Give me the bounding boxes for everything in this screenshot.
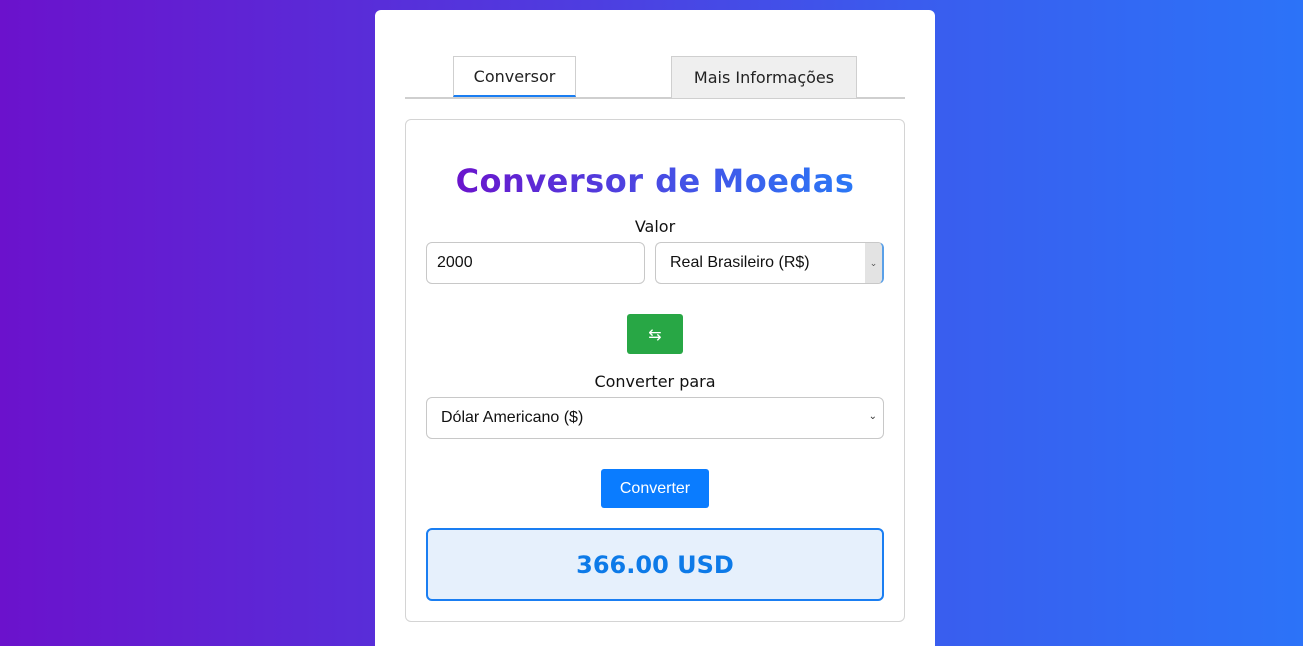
to-currency-label: Converter para — [594, 372, 716, 391]
to-currency-select[interactable]: Dólar Americano ($) ⌄ — [426, 397, 884, 439]
tab-conversor[interactable]: Conversor — [453, 56, 576, 97]
tab-conversor-label: Conversor — [473, 66, 556, 86]
chevron-down-icon: ⌄ — [865, 243, 882, 283]
swap-arrows-icon: ⇆ — [648, 324, 662, 344]
convert-button[interactable]: Converter — [601, 469, 709, 508]
from-currency-select[interactable]: Real Brasileiro (R$) ⌄ — [655, 242, 884, 284]
tab-bar: Conversor Mais Informações — [405, 56, 905, 99]
converter-card: Conversor Mais Informações Conversor de … — [375, 10, 935, 646]
page-title: Conversor de Moedas — [406, 158, 904, 204]
to-currency-value: Dólar Americano ($) — [441, 409, 584, 426]
swap-button[interactable]: ⇆ — [627, 314, 683, 354]
result-display: 366.00 USD — [426, 528, 884, 601]
amount-input-value: 2000 — [437, 254, 473, 271]
amount-input[interactable]: 2000 — [426, 242, 645, 284]
value-label: Valor — [634, 217, 676, 236]
from-currency-value: Real Brasileiro (R$) — [670, 254, 810, 271]
convert-button-label: Converter — [619, 479, 691, 497]
converter-panel: Conversor de Moedas Valor 2000 Real Bras… — [405, 119, 905, 622]
tab-mais-informacoes[interactable]: Mais Informações — [671, 56, 857, 98]
result-value: 366.00 USD — [576, 550, 734, 579]
tab-mais-informacoes-label: Mais Informações — [693, 68, 835, 87]
chevron-down-icon: ⌄ — [868, 411, 877, 422]
